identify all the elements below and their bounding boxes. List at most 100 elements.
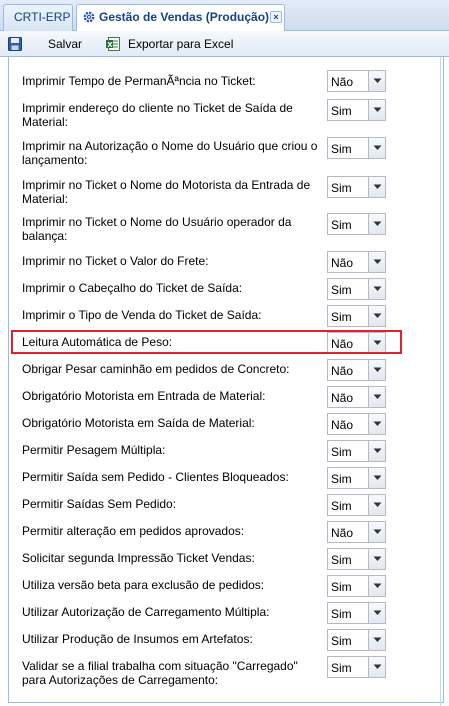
setting-select[interactable]: Não bbox=[327, 413, 386, 435]
setting-select[interactable]: Não bbox=[327, 251, 386, 273]
setting-select[interactable]: Sim bbox=[327, 176, 386, 198]
setting-label: Imprimir endereço do cliente no Ticket d… bbox=[22, 101, 293, 129]
setting-label: Utilizar Produção de Insumos em Artefato… bbox=[22, 632, 253, 646]
dropdown-trigger[interactable] bbox=[368, 441, 385, 461]
chevron-down-icon bbox=[373, 184, 382, 189]
setting-value: Sim bbox=[331, 142, 352, 156]
tab-gestao-vendas[interactable]: Gestão de Vendas (Produção) × bbox=[76, 4, 285, 32]
setting-select[interactable]: Sim bbox=[327, 629, 386, 651]
setting-label: Solicitar segunda Impressão Ticket Venda… bbox=[22, 551, 255, 565]
setting-value: Sim bbox=[331, 181, 352, 195]
setting-select[interactable]: Sim bbox=[327, 305, 386, 327]
toolbar: Salvar X Exportar para Excel bbox=[0, 31, 449, 57]
setting-select[interactable]: Sim bbox=[327, 467, 386, 489]
dropdown-trigger[interactable] bbox=[368, 100, 385, 120]
save-label: Salvar bbox=[48, 37, 83, 51]
dropdown-trigger[interactable] bbox=[368, 522, 385, 542]
dropdown-trigger[interactable] bbox=[368, 603, 385, 623]
dropdown-trigger[interactable] bbox=[368, 576, 385, 596]
setting-value: Sim bbox=[331, 499, 352, 513]
setting-label: Imprimir no Ticket o Nome do Usuário ope… bbox=[22, 215, 292, 243]
setting-label: Imprimir Tempo de PermanÃªncia no Ticket… bbox=[22, 74, 256, 88]
chevron-down-icon bbox=[373, 107, 382, 112]
setting-value: Não bbox=[331, 418, 354, 432]
setting-value: Não bbox=[331, 526, 354, 540]
dropdown-trigger[interactable] bbox=[368, 71, 385, 91]
setting-label: Imprimir o Tipo de Venda do Ticket de Sa… bbox=[22, 308, 262, 322]
setting-select[interactable]: Sim bbox=[327, 548, 386, 570]
setting-select[interactable]: Sim bbox=[327, 278, 386, 300]
chevron-down-icon bbox=[373, 610, 382, 615]
dropdown-trigger[interactable] bbox=[368, 252, 385, 272]
setting-value: Sim bbox=[331, 553, 352, 567]
setting-value: Não bbox=[331, 391, 354, 405]
setting-value: Não bbox=[331, 75, 354, 89]
dropdown-trigger[interactable] bbox=[368, 360, 385, 380]
setting-value: Sim bbox=[331, 472, 352, 486]
chevron-down-icon bbox=[373, 529, 382, 534]
chevron-down-icon bbox=[373, 475, 382, 480]
dropdown-trigger[interactable] bbox=[368, 177, 385, 197]
setting-label: Imprimir na Autorização o Nome do Usuári… bbox=[22, 139, 318, 167]
setting-select[interactable]: Sim bbox=[327, 656, 386, 678]
setting-value: Sim bbox=[331, 607, 352, 621]
export-label: Exportar para Excel bbox=[128, 37, 234, 51]
setting-select[interactable]: Não bbox=[327, 521, 386, 543]
setting-label: Obrigar Pesar caminhão em pedidos de Con… bbox=[22, 362, 290, 376]
dropdown-trigger[interactable] bbox=[368, 468, 385, 488]
chevron-down-icon bbox=[373, 286, 382, 291]
setting-value: Sim bbox=[331, 310, 352, 324]
highlight-box bbox=[11, 330, 402, 354]
setting-select[interactable]: Sim bbox=[327, 99, 386, 121]
setting-label: Obrigatório Motorista em Entrada de Mate… bbox=[22, 389, 266, 403]
chevron-down-icon bbox=[373, 502, 382, 507]
setting-select[interactable]: Sim bbox=[327, 137, 386, 159]
setting-label: Imprimir no Ticket o Nome do Motorista d… bbox=[22, 178, 311, 206]
dropdown-trigger[interactable] bbox=[368, 387, 385, 407]
dropdown-trigger[interactable] bbox=[368, 657, 385, 677]
dropdown-trigger[interactable] bbox=[368, 306, 385, 326]
panel-scroll-edge bbox=[440, 57, 441, 706]
setting-select[interactable]: Sim bbox=[327, 494, 386, 516]
setting-select[interactable]: Não bbox=[327, 386, 386, 408]
dropdown-trigger[interactable] bbox=[368, 630, 385, 650]
tab-bar: CRTI-ERP Gestão de Vendas (Produção) × bbox=[0, 0, 449, 32]
dropdown-trigger[interactable] bbox=[368, 549, 385, 569]
dropdown-trigger[interactable] bbox=[368, 138, 385, 158]
setting-value: Sim bbox=[331, 218, 352, 232]
setting-select[interactable]: Não bbox=[327, 70, 386, 92]
chevron-down-icon bbox=[373, 145, 382, 150]
chevron-down-icon bbox=[373, 421, 382, 426]
svg-text:X: X bbox=[107, 41, 113, 49]
setting-value: Não bbox=[331, 256, 354, 270]
tab-label: Gestão de Vendas (Produção) bbox=[99, 10, 270, 24]
setting-select[interactable]: Sim bbox=[327, 440, 386, 462]
setting-select[interactable]: Sim bbox=[327, 213, 386, 235]
chevron-down-icon bbox=[373, 78, 382, 83]
chevron-down-icon bbox=[373, 221, 382, 226]
setting-select[interactable]: Não bbox=[327, 359, 386, 381]
dropdown-trigger[interactable] bbox=[368, 414, 385, 434]
setting-label: Permitir alteração em pedidos aprovados: bbox=[22, 524, 245, 538]
tab-label: CRTI-ERP bbox=[14, 10, 71, 24]
setting-label: Imprimir o Cabeçalho do Ticket de Saída: bbox=[22, 281, 243, 295]
tab-crti-erp[interactable]: CRTI-ERP bbox=[3, 4, 73, 31]
setting-label: Utilizar Autorização de Carregamento Múl… bbox=[22, 605, 270, 619]
setting-label: Utiliza versão beta para exclusão de ped… bbox=[22, 578, 265, 592]
dropdown-trigger[interactable] bbox=[368, 279, 385, 299]
setting-label: Permitir Saída sem Pedido - Clientes Blo… bbox=[22, 470, 289, 484]
setting-label: Validar se a filial trabalha com situaçã… bbox=[22, 659, 298, 687]
setting-value: Não bbox=[331, 364, 354, 378]
dropdown-trigger[interactable] bbox=[368, 495, 385, 515]
setting-value: Sim bbox=[331, 580, 352, 594]
close-icon[interactable]: × bbox=[270, 11, 282, 23]
setting-select[interactable]: Sim bbox=[327, 602, 386, 624]
dropdown-trigger[interactable] bbox=[368, 214, 385, 234]
setting-select[interactable]: Sim bbox=[327, 575, 386, 597]
gear-icon bbox=[83, 11, 95, 23]
setting-label: Obrigatório Motorista em Saída de Materi… bbox=[22, 416, 255, 430]
chevron-down-icon bbox=[373, 664, 382, 669]
chevron-down-icon bbox=[373, 259, 382, 264]
chevron-down-icon bbox=[373, 313, 382, 318]
setting-label: Imprimir no Ticket o Valor do Frete: bbox=[22, 254, 209, 268]
